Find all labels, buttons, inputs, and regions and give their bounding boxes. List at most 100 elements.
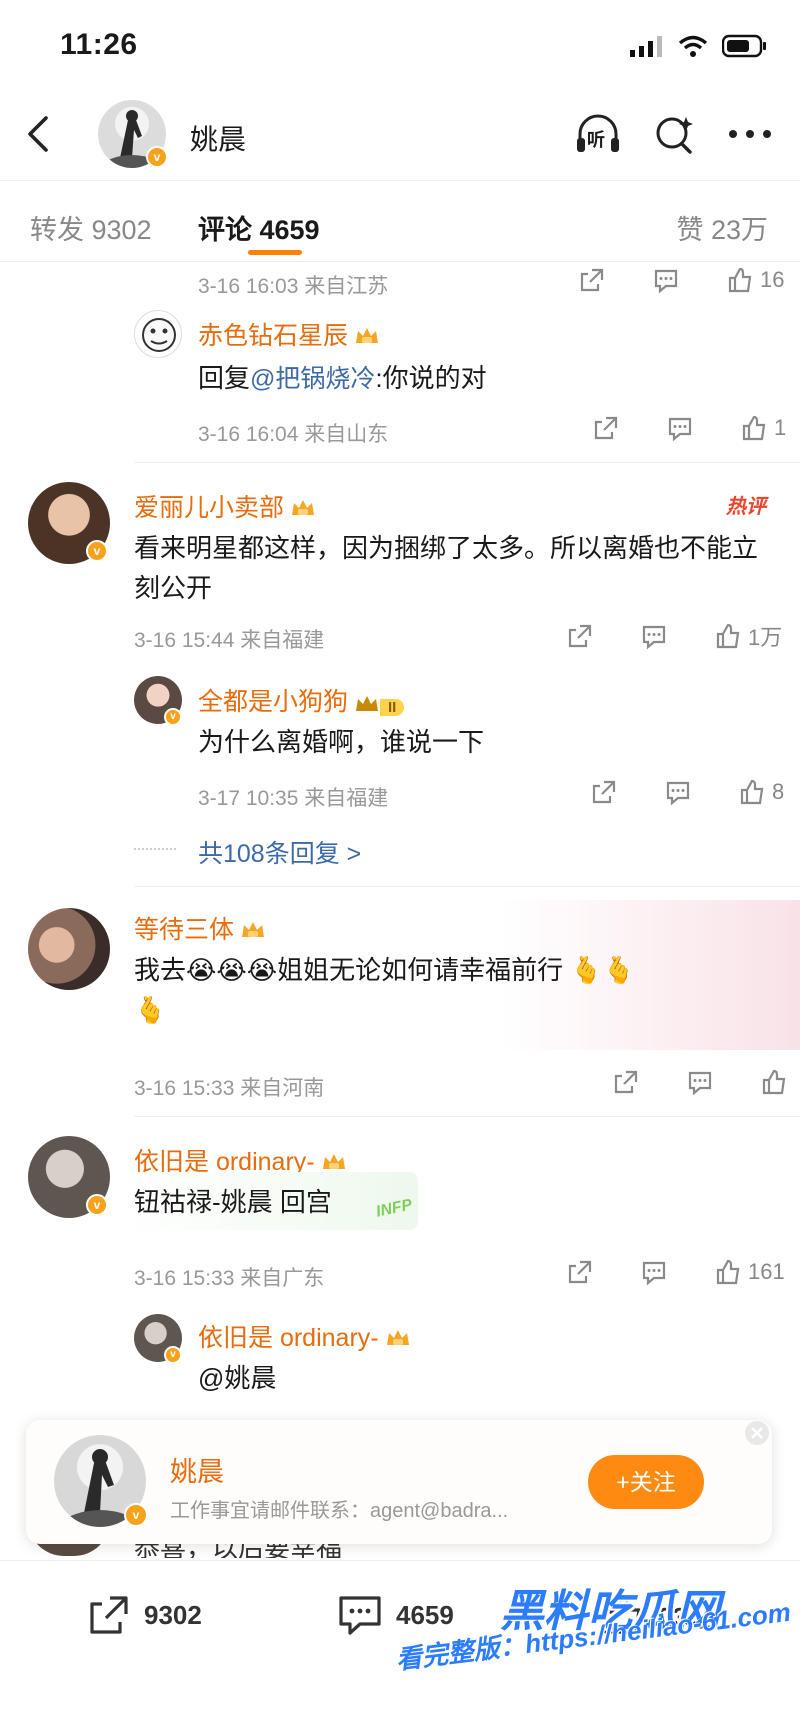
wifi-icon [678,35,708,57]
share-icon[interactable] [612,1068,640,1096]
share-icon[interactable] [566,622,594,650]
comment-actions: 8 [590,778,784,806]
bottom-comment-count: 4659 [396,1599,454,1630]
header-actions: 听 [574,112,772,156]
member-crown-icon [322,1154,345,1169]
like-count: 161 [748,1259,785,1284]
comment-actions [612,1068,788,1096]
comment-icon [339,1596,381,1635]
like-count: 8 [772,779,785,804]
commenter-name[interactable]: 依旧是 ordinary- [198,1318,411,1354]
like-button[interactable]: 161 [714,1258,785,1286]
like-button[interactable]: 8 [738,778,784,806]
crying-emoji: 😭😭😭 [186,955,278,985]
thumbs-up-icon [716,1259,740,1285]
commenter-name[interactable]: 赤色钻石星辰 [198,316,380,352]
share-icon[interactable] [578,266,606,294]
comment-icon[interactable] [640,1258,668,1286]
status-time: 11:26 [60,28,138,61]
comment-actions: 1 [592,414,786,442]
member-level-badge: II [354,690,405,719]
status-icons [630,34,768,58]
comment-meta: 3-16 16:04 来自山东 [198,423,389,446]
share-icon[interactable] [592,414,620,442]
tab-likes[interactable]: 赞 23万 [676,208,768,247]
verified-badge: v [164,1346,182,1364]
listen-label: 听 [587,130,605,150]
bottom-comment-button[interactable]: 4659 [336,1592,454,1638]
commenter-avatar[interactable] [134,310,182,358]
thumbs-up-icon [742,415,766,441]
thumbs-up-icon [740,779,764,805]
close-icon[interactable] [744,1420,770,1446]
divider [134,462,800,463]
comment-icon[interactable] [686,1068,714,1096]
commenter-avatar[interactable] [28,908,110,990]
follow-button[interactable]: +关注 [588,1455,704,1509]
comment-text: @姚晨 [198,1363,277,1393]
commenter-name[interactable]: 爱丽儿小卖部 [134,488,316,524]
back-icon[interactable] [20,112,60,156]
tab-comments[interactable]: 评论 4659 [198,208,320,247]
member-crown-icon [386,1330,409,1345]
tab-repost[interactable]: 转发 9302 [30,208,152,247]
comment-meta: 3-16 15:44 来自福建 [134,629,325,652]
verified-badge: v [164,708,182,726]
mention-link[interactable]: @把锅烧冷 [250,365,375,393]
bottom-repost-count: 9302 [144,1599,202,1630]
comment-actions: 161 [566,1258,785,1286]
comment-meta: 3-17 10:35 来自福建 [198,787,389,810]
member-crown-icon [356,696,379,711]
comment-actions: 1万 [566,620,782,652]
commenter-name[interactable]: 等待三体 [134,910,266,946]
comment-text: 钮祜禄-姚晨 回宫 [134,1187,332,1217]
divider [134,886,800,887]
more-icon[interactable] [728,129,772,139]
comment-actions: 16 [578,266,784,294]
like-count: 1 [774,415,787,440]
share-icon [90,1596,128,1634]
bottom-repost-button[interactable]: 9302 [86,1592,202,1638]
share-icon[interactable] [566,1258,594,1286]
popup-name[interactable]: 姚晨 [170,1450,224,1489]
share-icon[interactable] [590,778,618,806]
verified-badge: v [86,540,108,562]
verified-badge: v [146,146,168,168]
search-icon[interactable] [654,113,696,155]
thumbs-up-icon [728,267,752,293]
listen-button[interactable]: 听 [574,112,622,156]
comment-text: 我去😭😭😭姐姐无论如何请幸福前行 🫰🫰 🫰 [134,955,636,1025]
comment-meta: 3-16 15:33 来自河南 [134,1077,325,1100]
signal-icon [630,36,662,57]
commenter-name[interactable]: 全都是小狗狗 II [198,682,405,719]
view-all-replies-link[interactable]: 共108条回复 > [198,834,361,870]
member-crown-icon [356,328,379,343]
thumbs-up-icon[interactable] [760,1068,788,1096]
comment-icon[interactable] [664,778,692,806]
member-crown-icon [292,500,315,515]
verified-badge: v [86,1194,108,1216]
like-button[interactable]: 1 [740,414,786,442]
comment-text: 回复@把锅烧冷:你说的对 [198,363,487,393]
comment-text: 为什么离婚啊，谁说一下 [198,727,485,757]
comment-meta: 3-16 16:03 来自江苏 [198,275,389,298]
like-count: 16 [760,267,785,292]
page-title: 姚晨 [190,124,247,155]
verified-badge: v [124,1503,148,1527]
comment-text: 看来明星都这样，因为捆绑了太多。所以离婚也不能立刻公开 [134,533,759,603]
comment-icon[interactable] [652,266,680,294]
reply-dots [134,848,176,850]
popup-description: 工作事宜请邮件联系：agent@badra... [170,1500,509,1522]
thumbs-up-icon [716,623,740,649]
battery-icon [722,34,766,58]
comment-icon[interactable] [666,414,694,442]
comment-icon[interactable] [640,622,668,650]
divider [134,1116,800,1117]
like-count: 1万 [748,625,783,650]
member-crown-icon [242,922,265,937]
like-button[interactable]: 1万 [714,620,782,652]
tab-active-indicator [248,250,302,255]
hot-comment-badge: 热评 [726,496,766,518]
comment-meta: 3-16 15:33 来自广东 [134,1267,325,1290]
like-button[interactable]: 16 [726,266,784,294]
